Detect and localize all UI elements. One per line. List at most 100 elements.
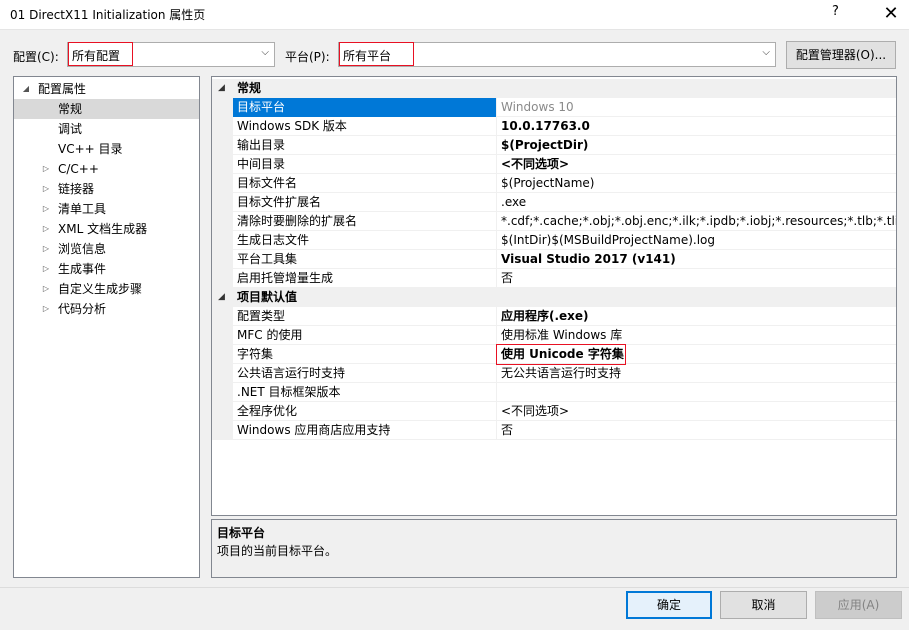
property-row[interactable]: 目标平台 Windows 10 [212, 98, 896, 117]
property-name: 目标文件扩展名 [233, 193, 497, 212]
property-value[interactable]: $(IntDir)$(MSBuildProjectName).log [498, 231, 896, 250]
property-value[interactable] [498, 383, 896, 402]
tree-item[interactable]: ▷ 清单工具 [14, 199, 199, 219]
platform-highlight [339, 42, 414, 66]
property-value[interactable]: <不同选项> [498, 402, 896, 421]
tree-item[interactable]: ▷ 自定义生成步骤 [14, 279, 199, 299]
property-row[interactable]: 输出目录 $(ProjectDir) [212, 136, 896, 155]
row-gutter [212, 174, 233, 193]
property-value[interactable]: 否 [498, 421, 896, 440]
property-row[interactable]: 启用托管增量生成否 [212, 269, 896, 288]
property-value[interactable]: <不同选项> [498, 155, 896, 174]
property-value[interactable]: .exe [498, 193, 896, 212]
property-name: 目标平台 [233, 98, 497, 117]
property-name: 启用托管增量生成 [233, 269, 497, 288]
property-value[interactable]: $(ProjectName) [498, 174, 896, 193]
row-gutter [212, 383, 233, 402]
property-row[interactable]: 目标文件扩展名 .exe [212, 193, 896, 212]
collapsed-icon[interactable]: ▷ [40, 159, 52, 179]
tree-item-label: C/C++ [58, 162, 99, 176]
config-manager-button[interactable]: 配置管理器(O)... [786, 41, 896, 69]
expanded-icon[interactable]: ◢ [218, 79, 225, 97]
property-name: 配置类型 [233, 307, 497, 326]
property-name: .NET 目标框架版本 [233, 383, 497, 402]
tree-item[interactable]: 常规 [14, 99, 199, 119]
property-row[interactable]: 配置类型 应用程序(.exe) [212, 307, 896, 326]
row-gutter [212, 155, 233, 174]
property-value[interactable]: 无公共语言运行时支持 [498, 364, 896, 383]
property-name: 清除时要删除的扩展名 [233, 212, 497, 231]
row-gutter [212, 98, 233, 117]
ok-button[interactable]: 确定 [626, 591, 712, 619]
tree-item-label: 浏览信息 [58, 242, 107, 256]
tree-item-label: 代码分析 [58, 302, 107, 316]
property-value[interactable]: Visual Studio 2017 (v141) [498, 250, 896, 269]
expanded-icon[interactable]: ◢ [20, 79, 32, 99]
close-button[interactable]: ✕ [873, 0, 909, 30]
description-text: 项目的当前目标平台。 [217, 544, 338, 558]
tree-item[interactable]: ▷ XML 文档生成器 [14, 219, 199, 239]
tree-item[interactable]: ▷ 生成事件 [14, 259, 199, 279]
collapsed-icon[interactable]: ▷ [40, 279, 52, 299]
tree-item[interactable]: VC++ 目录 [14, 139, 199, 159]
property-row[interactable]: 生成日志文件 $(IntDir)$(MSBuildProjectName).log [212, 231, 896, 250]
description-panel: 目标平台 项目的当前目标平台。 [211, 519, 897, 578]
collapsed-icon[interactable]: ▷ [40, 259, 52, 279]
help-button[interactable]: ? [832, 4, 839, 19]
property-row[interactable]: 清除时要删除的扩展名 *.cdf;*.cache;*.obj;*.obj.enc;… [212, 212, 896, 231]
row-gutter [212, 364, 233, 383]
expanded-icon[interactable]: ◢ [218, 288, 225, 306]
row-gutter [212, 307, 233, 326]
description-title: 目标平台 [217, 526, 266, 540]
tree-item-label: 清单工具 [58, 202, 107, 216]
property-row[interactable]: 目标文件名 $(ProjectName) [212, 174, 896, 193]
category-label: 常规 [233, 79, 497, 98]
property-value[interactable]: 10.0.17763.0 [498, 117, 896, 136]
tree-item[interactable]: ▷ 浏览信息 [14, 239, 199, 259]
row-gutter [212, 402, 233, 421]
property-row[interactable]: 中间目录 <不同选项> [212, 155, 896, 174]
collapsed-icon[interactable]: ▷ [40, 219, 52, 239]
cancel-button[interactable]: 取消 [720, 591, 807, 619]
collapsed-icon[interactable]: ▷ [40, 179, 52, 199]
property-tree: ◢ 配置属性 常规 调试 VC++ 目录 ▷ C/C++ ▷ 链接器 ▷ 清单工具 ▷ XML 文档… [13, 76, 200, 578]
tree-item[interactable]: ▷ C/C++ [14, 159, 199, 179]
property-row[interactable]: .NET 目标框架版本 [212, 383, 896, 402]
tree-item[interactable]: ▷ 链接器 [14, 179, 199, 199]
property-row[interactable]: 全程序优化 <不同选项> [212, 402, 896, 421]
row-gutter [212, 345, 233, 364]
row-gutter [212, 193, 233, 212]
apply-button[interactable]: 应用(A) [815, 591, 902, 619]
charset-highlight [496, 344, 626, 365]
property-row[interactable]: 平台工具集 Visual Studio 2017 (v141) [212, 250, 896, 269]
property-value[interactable]: 应用程序(.exe) [498, 307, 896, 326]
property-value[interactable]: *.cdf;*.cache;*.obj;*.obj.enc;*.ilk;*.ip… [498, 212, 896, 231]
property-row[interactable]: 公共语言运行时支持 无公共语言运行时支持 [212, 364, 896, 383]
property-value[interactable]: $(ProjectDir) [498, 136, 896, 155]
property-value[interactable]: Windows 10 [498, 98, 896, 117]
collapsed-icon[interactable]: ▷ [40, 299, 52, 319]
row-gutter [212, 421, 233, 440]
tree-root[interactable]: ◢ 配置属性 [14, 79, 199, 99]
collapsed-icon[interactable]: ▷ [40, 199, 52, 219]
tree-item[interactable]: 调试 [14, 119, 199, 139]
property-value[interactable]: 使用标准 Windows 库 [498, 326, 896, 345]
tree-item-label: 调试 [58, 122, 83, 136]
window-title: 01 DirectX11 Initialization 属性页 [10, 8, 206, 22]
property-row[interactable]: MFC 的使用 使用标准 Windows 库 [212, 326, 896, 345]
category-general[interactable]: ◢ 常规 [212, 79, 896, 98]
config-highlight [68, 42, 133, 66]
config-label: 配置(C): [13, 50, 59, 64]
tree-item-label: XML 文档生成器 [58, 222, 148, 236]
tree-item[interactable]: ▷ 代码分析 [14, 299, 199, 319]
category-defaults[interactable]: ◢ 项目默认值 [212, 288, 896, 307]
tree-item-label: 自定义生成步骤 [58, 282, 143, 296]
row-gutter [212, 212, 233, 231]
property-row[interactable]: Windows SDK 版本 10.0.17763.0 [212, 117, 896, 136]
divider [0, 587, 909, 588]
property-row[interactable]: Windows 应用商店应用支持否 [212, 421, 896, 440]
collapsed-icon[interactable]: ▷ [40, 239, 52, 259]
row-gutter [212, 231, 233, 250]
property-value[interactable]: 否 [498, 269, 896, 288]
row-gutter [212, 250, 233, 269]
